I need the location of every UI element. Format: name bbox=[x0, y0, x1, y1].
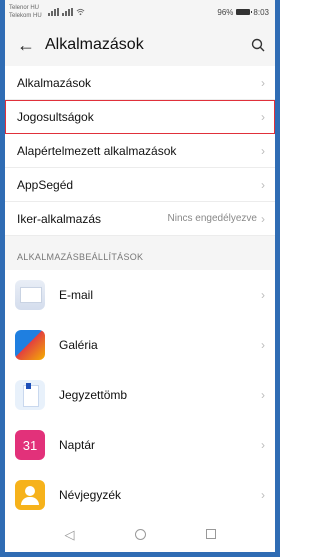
nav-back-icon[interactable]: ◁ bbox=[65, 528, 75, 541]
app-item-gallery[interactable]: Galéria › bbox=[5, 320, 275, 370]
clock: 8:03 bbox=[253, 7, 269, 17]
settings-item-label: Alapértelmezett alkalmazások bbox=[17, 143, 177, 158]
carrier-names: Telenor HU Telekom HU bbox=[9, 4, 42, 20]
app-item-email[interactable]: E-mail › bbox=[5, 270, 275, 320]
signal-icon bbox=[47, 8, 59, 16]
chevron-right-icon: › bbox=[261, 338, 265, 352]
app-settings-list: E-mail › Galéria › Jegyzettömb › 31 Napt… bbox=[5, 270, 275, 520]
chevron-right-icon: › bbox=[261, 75, 265, 90]
navigation-bar: ◁ bbox=[5, 516, 275, 552]
mail-icon bbox=[15, 280, 45, 310]
app-item-label: Jegyzettömb bbox=[59, 388, 128, 402]
signal-2-icon bbox=[61, 8, 73, 16]
nav-recents-icon[interactable] bbox=[205, 529, 216, 539]
signal-icons bbox=[47, 8, 85, 16]
chevron-right-icon: › bbox=[261, 388, 265, 402]
carrier-2: Telekom HU bbox=[9, 13, 42, 19]
carrier-1: Telenor HU bbox=[9, 5, 40, 11]
battery-percent: 96% bbox=[217, 7, 234, 17]
back-arrow-icon[interactable]: ← bbox=[17, 35, 41, 56]
chevron-right-icon: › bbox=[261, 288, 265, 302]
settings-item-default-apps[interactable]: Alapértelmezett alkalmazások › bbox=[5, 134, 275, 168]
calendar-icon: 31 bbox=[15, 430, 45, 460]
settings-item-permissions[interactable]: Jogosultságok › bbox=[5, 100, 275, 134]
nav-home-icon[interactable] bbox=[134, 528, 146, 540]
app-bar: ← Alkalmazások bbox=[5, 24, 275, 66]
settings-item-label: Iker-alkalmazás bbox=[17, 211, 102, 226]
settings-item-label: Alkalmazások bbox=[17, 75, 92, 90]
settings-item-appsegéd[interactable]: AppSegéd › bbox=[5, 168, 275, 202]
app-item-label: E-mail bbox=[59, 288, 94, 302]
battery-icon bbox=[236, 9, 253, 15]
gallery-icon bbox=[15, 330, 45, 360]
phone-screen: Telenor HU Telekom HU 96% 8:03 ← Alkalma… bbox=[0, 0, 280, 557]
chevron-right-icon: › bbox=[261, 143, 265, 158]
status-bar: Telenor HU Telekom HU 96% 8:03 bbox=[5, 0, 275, 24]
settings-list: Alkalmazások › Jogosultságok › Alapértel… bbox=[5, 66, 275, 236]
wifi-icon bbox=[76, 8, 85, 16]
settings-item-apps[interactable]: Alkalmazások › bbox=[5, 66, 275, 100]
app-item-label: Névjegyzék bbox=[59, 488, 122, 502]
app-item-contacts[interactable]: Névjegyzék › bbox=[5, 470, 275, 520]
settings-item-label: Jogosultságok bbox=[17, 109, 94, 124]
app-item-label: Galéria bbox=[59, 338, 98, 352]
app-item-label: Naptár bbox=[59, 438, 96, 452]
settings-item-twin-app[interactable]: Iker-alkalmazás Nincs engedélyezve › bbox=[5, 202, 275, 236]
contacts-icon bbox=[15, 480, 45, 510]
chevron-right-icon: › bbox=[261, 211, 265, 226]
page-title: Alkalmazások bbox=[45, 36, 144, 53]
section-header: ALKALMAZÁSBEÁLLÍTÁSOK bbox=[5, 236, 275, 270]
app-item-notepad[interactable]: Jegyzettömb › bbox=[5, 370, 275, 420]
search-icon[interactable] bbox=[251, 38, 265, 52]
status-left: Telenor HU Telekom HU bbox=[9, 4, 85, 20]
settings-item-value: Nincs engedélyezve bbox=[167, 213, 258, 224]
status-right: 96% 8:03 bbox=[217, 8, 269, 17]
settings-item-label: AppSegéd bbox=[17, 177, 74, 192]
app-item-calendar[interactable]: 31 Naptár › bbox=[5, 420, 275, 470]
chevron-right-icon: › bbox=[261, 109, 265, 124]
chevron-right-icon: › bbox=[261, 438, 265, 452]
chevron-right-icon: › bbox=[261, 177, 265, 192]
chevron-right-icon: › bbox=[261, 488, 265, 502]
notepad-icon bbox=[15, 380, 45, 410]
